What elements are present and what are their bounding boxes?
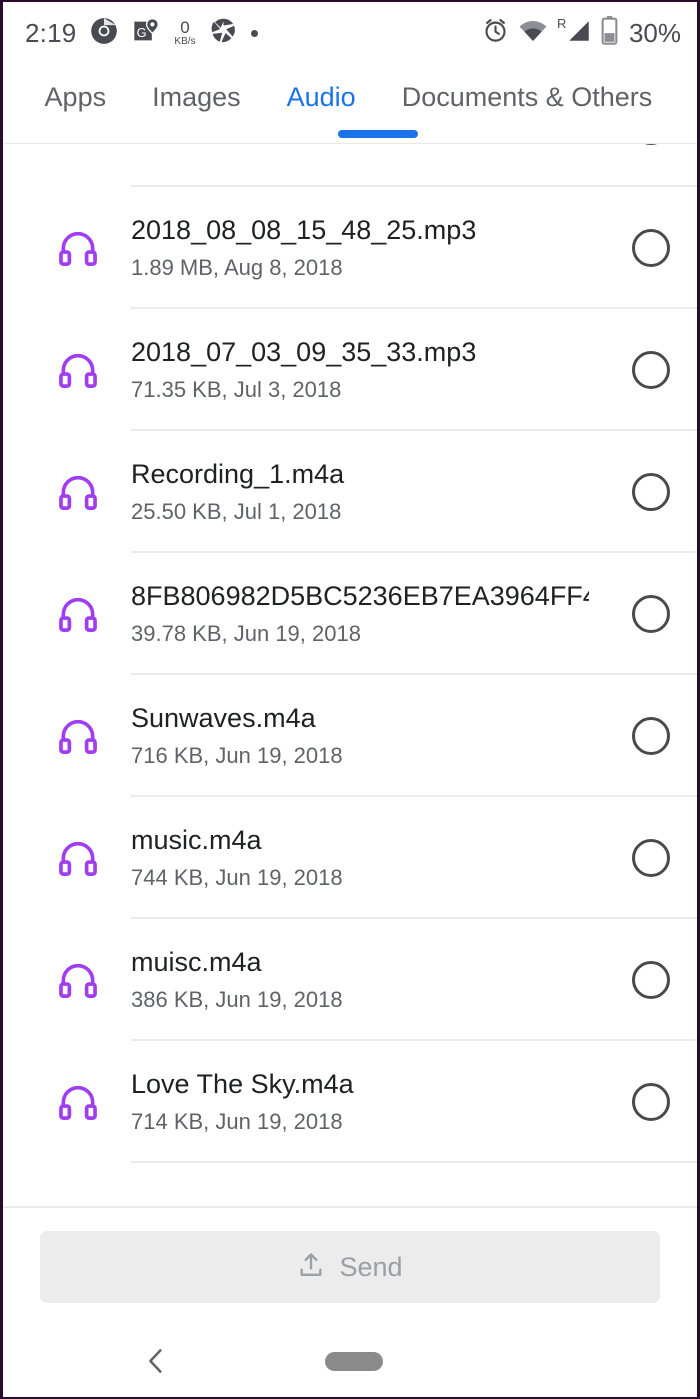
network-speed-unit: KB/s	[174, 36, 196, 47]
headphones-icon	[25, 836, 131, 880]
svg-text:G: G	[137, 24, 147, 39]
file-meta: 386 KB, Jun 19, 2018	[131, 987, 343, 1013]
file-meta: 71.35 KB, Jul 3, 2018	[131, 377, 342, 403]
file-meta: 714 KB, Jun 19, 2018	[131, 1109, 343, 1135]
network-speed-icon: 0 KB/s	[174, 19, 195, 47]
tab-apps[interactable]: Apps	[45, 82, 107, 119]
list-item[interactable]: 465 KB, Sep 7, 2018	[3, 144, 697, 187]
select-circle-shape[interactable]	[632, 839, 670, 877]
file-name: 8FB806982D5BC5236EB7EA3964FF4…	[131, 581, 589, 612]
list-item-text: 8FB806982D5BC5236EB7EA3964FF4… 39.78 KB,…	[131, 580, 605, 647]
tab-images[interactable]: Images	[152, 82, 241, 119]
file-meta: 39.78 KB, Jun 19, 2018	[131, 621, 361, 647]
list-item[interactable]: muisc.m4a 386 KB, Jun 19, 2018	[3, 919, 697, 1041]
select-circle-shape[interactable]	[632, 961, 670, 999]
select-circle-icon[interactable]	[605, 961, 697, 999]
select-circle-shape[interactable]	[632, 144, 670, 145]
dot-indicator-icon	[250, 29, 258, 37]
list-item[interactable]: 2018_08_08_15_48_25.mp3 1.89 MB, Aug 8, …	[3, 187, 697, 309]
cellular-signal-icon: R	[556, 15, 592, 49]
list-item-text: 2018_08_08_15_48_25.mp3 1.89 MB, Aug 8, …	[131, 214, 605, 281]
system-navigation-bar	[3, 1325, 697, 1397]
headphones-icon	[25, 144, 131, 148]
list-item[interactable]: Love The Sky.m4a 714 KB, Jun 19, 2018	[3, 1041, 697, 1163]
file-meta: 1.89 MB, Aug 8, 2018	[131, 255, 343, 281]
select-circle-shape[interactable]	[632, 595, 670, 633]
status-time: 2:19	[25, 17, 77, 48]
file-name: muisc.m4a	[131, 947, 262, 978]
headphones-icon	[25, 592, 131, 636]
select-circle-icon[interactable]	[605, 717, 697, 755]
select-circle-icon[interactable]	[605, 595, 697, 633]
headphones-icon	[25, 958, 131, 1002]
list-item[interactable]: 8FB806982D5BC5236EB7EA3964FF4… 39.78 KB,…	[3, 553, 697, 675]
wifi-icon	[518, 18, 548, 49]
tab-audio[interactable]: Audio	[287, 82, 356, 119]
upload-icon	[297, 1251, 325, 1284]
file-meta: 716 KB, Jun 19, 2018	[131, 743, 343, 769]
roaming-label: R	[556, 15, 567, 31]
file-meta: 25.50 KB, Jul 1, 2018	[131, 499, 342, 525]
list-item-text: Sunwaves.m4a 716 KB, Jun 19, 2018	[131, 702, 605, 769]
headphones-icon	[25, 714, 131, 758]
send-bar: Send	[3, 1206, 697, 1326]
status-bar-right-group: R 30%	[482, 16, 681, 50]
tab-documents-others[interactable]: Documents & Others	[402, 82, 653, 119]
maps-navigation-icon: G	[132, 17, 160, 50]
list-item[interactable]: Sunwaves.m4a 716 KB, Jun 19, 2018	[3, 675, 697, 797]
tab-active-indicator	[338, 130, 418, 138]
file-name: Love The Sky.m4a	[131, 1069, 354, 1100]
list-item[interactable]: music.m4a 744 KB, Jun 19, 2018	[3, 797, 697, 919]
status-bar: 2:19 G 0 KB/s R 30%	[3, 2, 697, 64]
list-item[interactable]: Recording_1.m4a 25.50 KB, Jul 1, 2018	[3, 431, 697, 553]
file-name: Sunwaves.m4a	[131, 703, 316, 734]
list-item-text: Recording_1.m4a 25.50 KB, Jul 1, 2018	[131, 458, 605, 525]
file-name: Recording_1.m4a	[131, 459, 345, 490]
battery-icon	[601, 16, 618, 50]
alarm-clock-icon	[482, 17, 509, 49]
list-item-text: Love The Sky.m4a 714 KB, Jun 19, 2018	[131, 1068, 605, 1135]
select-circle-icon[interactable]	[605, 144, 697, 145]
file-name: music.m4a	[131, 825, 262, 856]
file-meta: 744 KB, Jun 19, 2018	[131, 865, 343, 891]
file-name: 2018_07_03_09_35_33.mp3	[131, 337, 477, 368]
send-button[interactable]: Send	[40, 1231, 660, 1303]
home-pill-handle[interactable]	[325, 1351, 383, 1371]
chevron-left-icon[interactable]	[141, 1344, 171, 1378]
select-circle-shape[interactable]	[632, 351, 670, 389]
audio-file-list[interactable]: 465 KB, Sep 7, 2018 2018_08_08_15_48_25.	[3, 144, 697, 1206]
select-circle-icon[interactable]	[605, 229, 697, 267]
list-divider	[131, 1161, 697, 1163]
select-circle-shape[interactable]	[632, 473, 670, 511]
camera-aperture-icon	[210, 17, 237, 49]
network-speed-value: 0	[180, 18, 190, 37]
select-circle-shape[interactable]	[632, 229, 670, 267]
list-item-text: 2018_07_03_09_35_33.mp3 71.35 KB, Jul 3,…	[131, 336, 605, 403]
select-circle-icon[interactable]	[605, 1083, 697, 1121]
list-item-text: muisc.m4a 386 KB, Jun 19, 2018	[131, 946, 605, 1013]
headphones-icon	[25, 1080, 131, 1124]
phone-screen: 2:19 G 0 KB/s R 30% Apps Images Audio Do…	[0, 0, 700, 1399]
select-circle-shape[interactable]	[632, 717, 670, 755]
send-button-label: Send	[339, 1251, 403, 1282]
status-bar-left-group: 2:19 G 0 KB/s	[25, 17, 258, 50]
file-name: 2018_08_08_15_48_25.mp3	[131, 215, 477, 246]
headphones-icon	[25, 226, 131, 270]
list-item[interactable]: 2018_07_03_09_35_33.mp3 71.35 KB, Jul 3,…	[3, 309, 697, 431]
tab-bar[interactable]: eos Apps Images Audio Documents & Others	[3, 64, 697, 144]
battery-percentage: 30%	[628, 17, 681, 48]
select-circle-icon[interactable]	[605, 351, 697, 389]
headphones-icon	[25, 470, 131, 514]
select-circle-icon[interactable]	[605, 473, 697, 511]
headphones-icon	[25, 348, 131, 392]
select-circle-icon[interactable]	[605, 839, 697, 877]
select-circle-shape[interactable]	[632, 1083, 670, 1121]
chrome-icon	[90, 17, 118, 50]
list-item-text: music.m4a 744 KB, Jun 19, 2018	[131, 824, 605, 891]
